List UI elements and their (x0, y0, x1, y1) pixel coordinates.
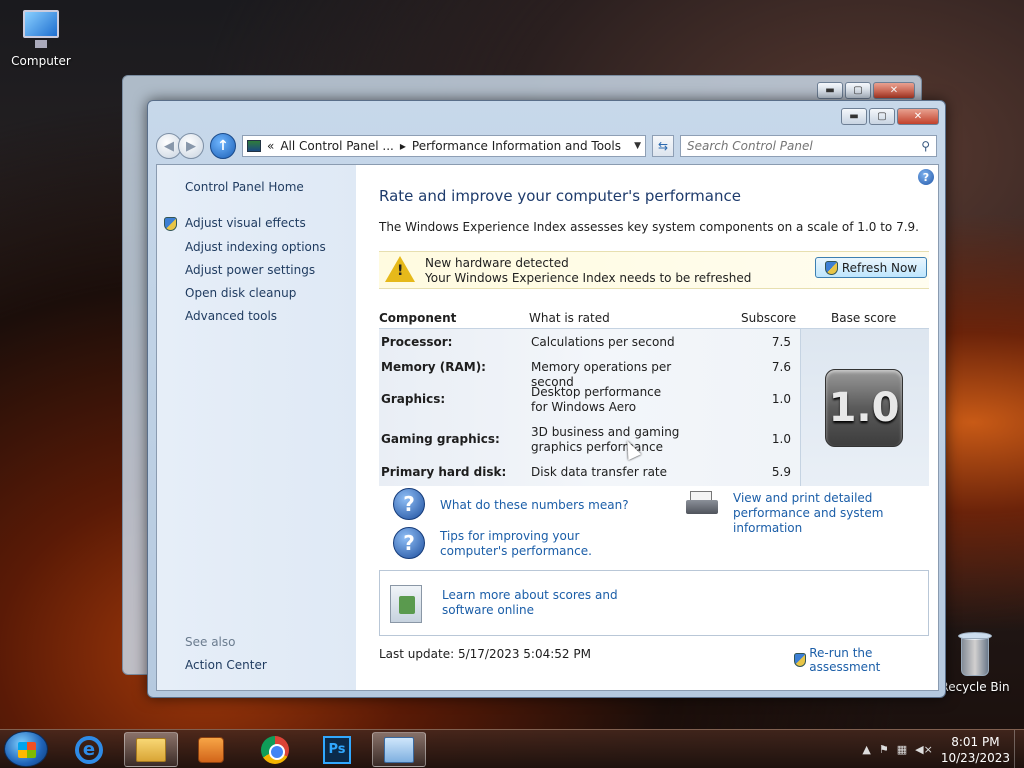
sidebar-item-advanced-tools[interactable]: Advanced tools (185, 309, 277, 323)
computer-icon (19, 10, 63, 50)
table-header: Component What is rated Subscore Base sc… (379, 305, 929, 329)
last-update: Last update: 5/17/2023 5:04:52 PM (379, 647, 591, 661)
breadcrumb-all-control-panel[interactable]: All Control Panel ... (280, 139, 394, 153)
control-panel-icon (247, 140, 261, 152)
header-rated: What is rated (529, 311, 610, 325)
recycle-bin-icon (958, 632, 992, 676)
learn-more-icon (390, 585, 422, 623)
clock[interactable]: 8:01 PM 10/23/2023 (941, 734, 1010, 766)
shield-icon (824, 260, 838, 275)
minimize-button[interactable]: ▬ (841, 108, 867, 125)
learn-more-box: Learn more about scores and software onl… (379, 570, 929, 636)
photoshop-icon: Ps (323, 735, 351, 764)
question-icon: ? (393, 488, 425, 520)
sidebar-item-power[interactable]: Adjust power settings (185, 263, 315, 277)
page-title: Rate and improve your computer's perform… (379, 187, 741, 205)
rerun-assessment-link[interactable]: Re-run the assessment (794, 646, 938, 674)
desktop-recycle-bin[interactable]: Recycle Bin (936, 632, 1014, 694)
refresh-icon[interactable]: ⇆ (652, 135, 674, 157)
taskbar-media[interactable] (184, 732, 238, 767)
print-details-link[interactable]: View and print detailed performance and … (733, 491, 933, 536)
show-hidden-icons-icon[interactable]: ▲ (862, 743, 870, 756)
start-orb-icon[interactable] (4, 731, 48, 767)
bg-minimize-button[interactable]: ▬ (817, 82, 843, 99)
address-bar[interactable]: « All Control Panel ... ▸ Performance In… (242, 135, 646, 157)
sidebar-home[interactable]: Control Panel Home (185, 180, 304, 194)
header-subscore: Subscore (741, 311, 797, 325)
sidebar-item-indexing[interactable]: Adjust indexing options (185, 240, 326, 254)
maximize-button[interactable]: ▢ (869, 108, 895, 125)
explorer-icon (136, 737, 166, 762)
warning-icon: ! (385, 256, 415, 282)
refresh-now-button[interactable]: Refresh Now (815, 257, 927, 278)
numbers-link[interactable]: What do these numbers mean? (440, 498, 629, 513)
base-score-box: 1.0 (800, 329, 929, 486)
desktop-recycle-bin-label: Recycle Bin (940, 680, 1010, 694)
main-pane: ? Rate and improve your computer's perfo… (356, 165, 938, 690)
chevron-down-icon[interactable]: ▼ (634, 141, 641, 151)
taskbar-explorer[interactable] (124, 732, 178, 767)
sidebar-item-action-center[interactable]: Action Center (185, 658, 267, 672)
control-panel-icon (384, 736, 414, 763)
notice-title: New hardware detected (425, 256, 569, 270)
taskbar-control-panel[interactable] (372, 732, 426, 767)
score-table: Component What is rated Subscore Base sc… (379, 305, 929, 486)
system-tray: ▲ ⚑ ▦ ◀× 8:01 PM 10/23/2023 (862, 730, 1010, 768)
base-score-badge: 1.0 (825, 369, 903, 447)
desktop-computer[interactable]: Computer (2, 10, 80, 68)
up-icon[interactable]: ↑ (210, 133, 236, 159)
taskbar-ie[interactable]: e (62, 732, 116, 767)
search-box[interactable]: ⚲ (680, 135, 937, 157)
media-icon (198, 736, 224, 763)
network-icon[interactable]: ▦ (897, 743, 907, 756)
notice-message: Your Windows Experience Index needs to b… (425, 271, 752, 285)
learn-more-link[interactable]: Learn more about scores and software onl… (442, 588, 662, 618)
search-input[interactable] (687, 139, 922, 153)
hardware-notice: ! New hardware detected Your Windows Exp… (379, 251, 929, 289)
volume-icon[interactable]: ◀× (915, 743, 933, 756)
header-base-score: Base score (831, 311, 897, 325)
shield-icon (164, 217, 177, 231)
ie-icon: e (75, 735, 103, 764)
forward-icon[interactable]: ▶ (178, 133, 204, 159)
breadcrumb-performance[interactable]: Performance Information and Tools (412, 139, 621, 153)
shield-icon (794, 653, 807, 667)
question-icon: ? (393, 527, 425, 559)
search-icon[interactable]: ⚲ (921, 139, 930, 153)
action-center-flag-icon[interactable]: ⚑ (879, 743, 889, 756)
navigation-bar: ◀ ▶ ↑ « All Control Panel ... ▸ Performa… (156, 133, 937, 159)
table-body: Processor: Calculations per second 7.5 M… (379, 329, 929, 486)
taskbar: e Ps ▲ ⚑ ▦ ◀× 8:01 PM 10/23/2023 (0, 729, 1024, 768)
chrome-icon (261, 735, 289, 764)
printer-icon (686, 491, 720, 519)
close-button[interactable]: ✕ (897, 108, 939, 125)
see-also-heading: See also (185, 635, 236, 649)
header-component: Component (379, 311, 457, 325)
sidebar: Control Panel Home Adjust visual effects… (157, 165, 356, 690)
bg-close-button[interactable]: ✕ (873, 82, 915, 99)
tips-link[interactable]: Tips for improving your computer's perfo… (440, 529, 650, 559)
bg-maximize-button[interactable]: ▢ (845, 82, 871, 99)
sidebar-item-visual-effects[interactable]: Adjust visual effects (185, 216, 306, 230)
taskbar-photoshop[interactable]: Ps (310, 732, 364, 767)
client-area: Control Panel Home Adjust visual effects… (156, 164, 939, 691)
desktop-computer-label: Computer (11, 54, 71, 68)
show-desktop-button[interactable] (1014, 730, 1024, 768)
sidebar-item-disk-cleanup[interactable]: Open disk cleanup (185, 286, 296, 300)
taskbar-chrome[interactable] (248, 732, 302, 767)
help-icon[interactable]: ? (918, 169, 934, 185)
performance-window: ▬ ▢ ✕ ◀ ▶ ↑ « All Control Panel ... ▸ Pe… (147, 100, 946, 698)
page-description: The Windows Experience Index assesses ke… (379, 220, 919, 234)
